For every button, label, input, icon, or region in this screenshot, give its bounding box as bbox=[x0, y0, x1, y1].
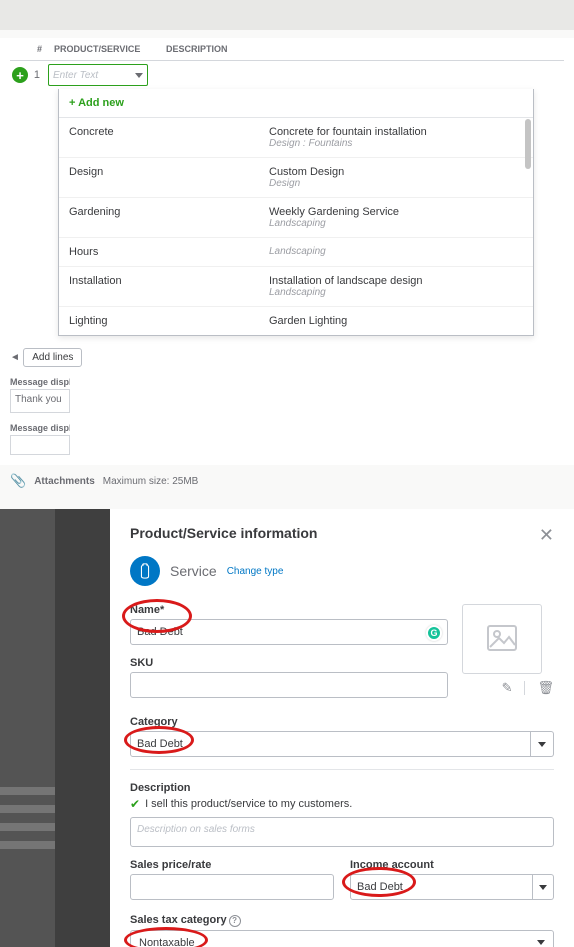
image-upload-box[interactable] bbox=[462, 604, 542, 674]
dropdown-item[interactable]: Concrete Concrete for fountain installat… bbox=[59, 118, 533, 158]
tax-select[interactable]: Nontaxable bbox=[130, 930, 554, 947]
add-lines-button[interactable]: Add lines bbox=[23, 348, 82, 367]
image-placeholder-icon bbox=[487, 625, 517, 654]
sku-label: SKU bbox=[130, 657, 448, 669]
row-1-number: 1 bbox=[28, 69, 46, 81]
checkmark-icon: ✔ bbox=[130, 797, 140, 811]
col-description: DESCRIPTION bbox=[156, 44, 564, 54]
name-field: Name* Bad Debt G bbox=[130, 604, 448, 645]
add-new-option[interactable]: Add new bbox=[59, 89, 533, 118]
dropdown-item[interactable]: Lighting Garden Lighting bbox=[59, 307, 533, 335]
col-num: # bbox=[30, 44, 48, 54]
add-line-icon[interactable]: + bbox=[12, 67, 28, 83]
scrollbar-thumb[interactable] bbox=[525, 119, 531, 169]
name-input[interactable]: Bad Debt bbox=[130, 619, 448, 645]
header-spacer bbox=[0, 0, 574, 30]
message-statement-label: Message displayed on statement bbox=[10, 423, 70, 433]
chevron-down-icon bbox=[135, 73, 143, 78]
change-type-link[interactable]: Change type bbox=[227, 566, 284, 577]
product-service-dropdown[interactable]: Enter Text bbox=[48, 64, 148, 86]
edit-image-icon[interactable]: ✎ bbox=[502, 680, 513, 696]
sku-input[interactable] bbox=[130, 672, 448, 698]
line-items-table: # PRODUCT/SERVICE DESCRIPTION + 1 Enter … bbox=[0, 38, 574, 336]
chevron-down-icon bbox=[537, 940, 545, 945]
table-header-row: # PRODUCT/SERVICE DESCRIPTION bbox=[10, 38, 564, 61]
panel-title: Product/Service information bbox=[130, 525, 317, 541]
description-input[interactable] bbox=[154, 64, 564, 86]
message-statement-input[interactable] bbox=[10, 435, 70, 455]
description-textarea[interactable]: Description on sales forms bbox=[130, 817, 554, 847]
dropdown-item[interactable]: Gardening Weekly Gardening ServiceLandsc… bbox=[59, 198, 533, 238]
category-input[interactable]: Bad Debt bbox=[130, 731, 531, 757]
description-label: Description bbox=[130, 782, 554, 794]
message-invoice-input[interactable]: Thank you bbox=[10, 389, 70, 413]
delete-image-icon[interactable]: 🗑 bbox=[537, 680, 554, 696]
message-invoice-label: Message displayed on invoice bbox=[10, 377, 70, 387]
divider bbox=[524, 681, 525, 695]
chevron-down-icon bbox=[539, 885, 547, 890]
type-label: Service bbox=[170, 563, 217, 579]
income-input[interactable]: Bad Debt bbox=[350, 874, 533, 900]
sell-checkbox-label: I sell this product/service to my custom… bbox=[145, 798, 352, 810]
dropdown-item[interactable]: Design Custom DesignDesign bbox=[59, 158, 533, 198]
section-divider bbox=[130, 769, 554, 770]
income-label: Income account bbox=[350, 859, 554, 871]
col-product: PRODUCT/SERVICE bbox=[48, 44, 156, 54]
name-label: Name* bbox=[130, 604, 448, 616]
sales-tax-field: Sales tax category? Nontaxable bbox=[130, 914, 554, 947]
type-row: Service Change type bbox=[130, 556, 554, 586]
help-icon[interactable]: ? bbox=[229, 915, 241, 927]
screenshot-modal-area: Product/Service information ✕ Service Ch… bbox=[0, 509, 574, 947]
below-table-area: ◄ Add lines Message displayed on invoice… bbox=[0, 336, 574, 465]
service-type-icon bbox=[130, 556, 160, 586]
line-item-row-1: + 1 Enter Text bbox=[10, 61, 564, 89]
chevron-down-icon bbox=[538, 742, 546, 747]
category-field: Category Bad Debt bbox=[130, 716, 554, 757]
tax-label: Sales tax category? bbox=[130, 914, 554, 927]
dropdown-item[interactable]: Installation Installation of landscape d… bbox=[59, 267, 533, 307]
scroll-left-icon[interactable]: ◄ bbox=[10, 352, 20, 363]
modal-backdrop bbox=[55, 509, 110, 947]
attachments-hint: Maximum size: 25MB bbox=[103, 476, 199, 487]
income-account-field: Income account Bad Debt bbox=[350, 859, 554, 900]
product-input-placeholder: Enter Text bbox=[53, 70, 98, 81]
close-icon[interactable]: ✕ bbox=[539, 525, 554, 546]
product-service-info-panel: Product/Service information ✕ Service Ch… bbox=[110, 509, 574, 947]
income-dropdown-button[interactable] bbox=[533, 874, 554, 900]
category-label: Category bbox=[130, 716, 554, 728]
dropdown-item[interactable]: Hours Landscaping bbox=[59, 238, 533, 267]
product-dropdown-list: Add new Concrete Concrete for fountain i… bbox=[58, 89, 534, 336]
grammarly-icon[interactable]: G bbox=[426, 625, 442, 641]
sku-field: SKU bbox=[130, 657, 448, 698]
paperclip-icon[interactable]: 📎 bbox=[10, 473, 26, 489]
sell-checkbox-row[interactable]: ✔ I sell this product/service to my cust… bbox=[130, 797, 554, 811]
price-label: Sales price/rate bbox=[130, 859, 334, 871]
description-section: Description ✔ I sell this product/servic… bbox=[130, 782, 554, 847]
attachments-row: 📎 Attachments Maximum size: 25MB bbox=[0, 465, 574, 497]
category-dropdown-button[interactable] bbox=[531, 731, 554, 757]
price-input[interactable] bbox=[130, 874, 334, 900]
attachments-label[interactable]: Attachments bbox=[34, 476, 95, 487]
price-field: Sales price/rate bbox=[130, 859, 334, 900]
